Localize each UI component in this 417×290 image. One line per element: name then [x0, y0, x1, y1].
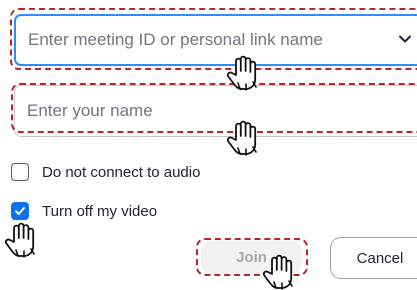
- hand-pointer-icon: [226, 55, 257, 91]
- audio-checkbox[interactable]: [11, 163, 29, 181]
- audio-option-label: Do not connect to audio: [42, 163, 201, 181]
- checkmark-icon: [15, 207, 25, 215]
- meeting-id-highlight: [10, 8, 417, 70]
- video-checkbox[interactable]: [11, 202, 29, 220]
- cancel-button-label: Cancel: [356, 249, 404, 267]
- hand-pointer-icon: [4, 222, 35, 258]
- video-option-label: Turn off my video: [42, 202, 158, 220]
- video-option[interactable]: Turn off my video: [11, 202, 157, 220]
- hand-pointer-icon: [226, 120, 257, 156]
- your-name-highlight: [11, 83, 417, 133]
- hand-pointer-icon: [262, 254, 293, 290]
- audio-option[interactable]: Do not connect to audio: [11, 163, 200, 181]
- cancel-button[interactable]: Cancel: [330, 237, 417, 279]
